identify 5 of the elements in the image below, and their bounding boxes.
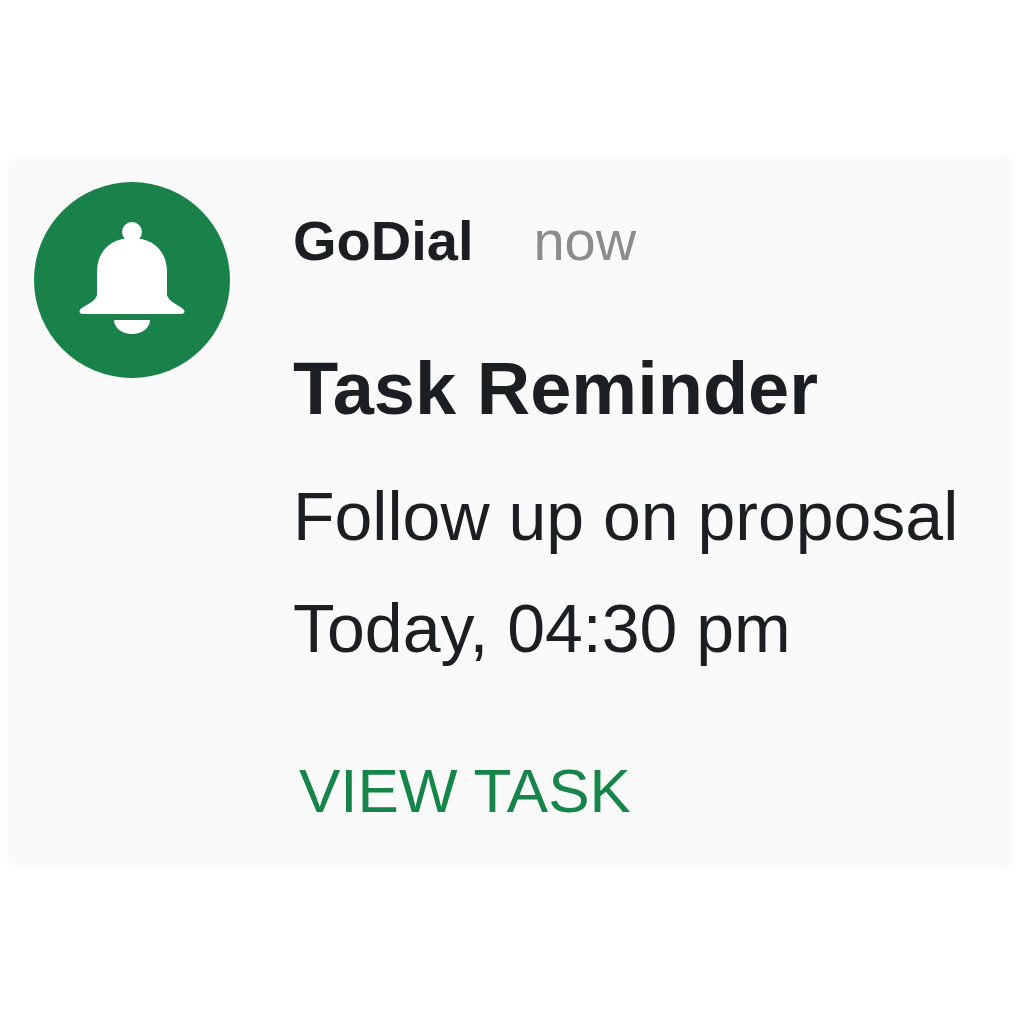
bell-icon bbox=[34, 182, 230, 378]
notification-title: Task Reminder bbox=[293, 352, 819, 426]
timestamp: now bbox=[533, 213, 637, 269]
view-task-button[interactable]: VIEW TASK bbox=[299, 760, 631, 822]
app-name: GoDial bbox=[293, 213, 474, 269]
